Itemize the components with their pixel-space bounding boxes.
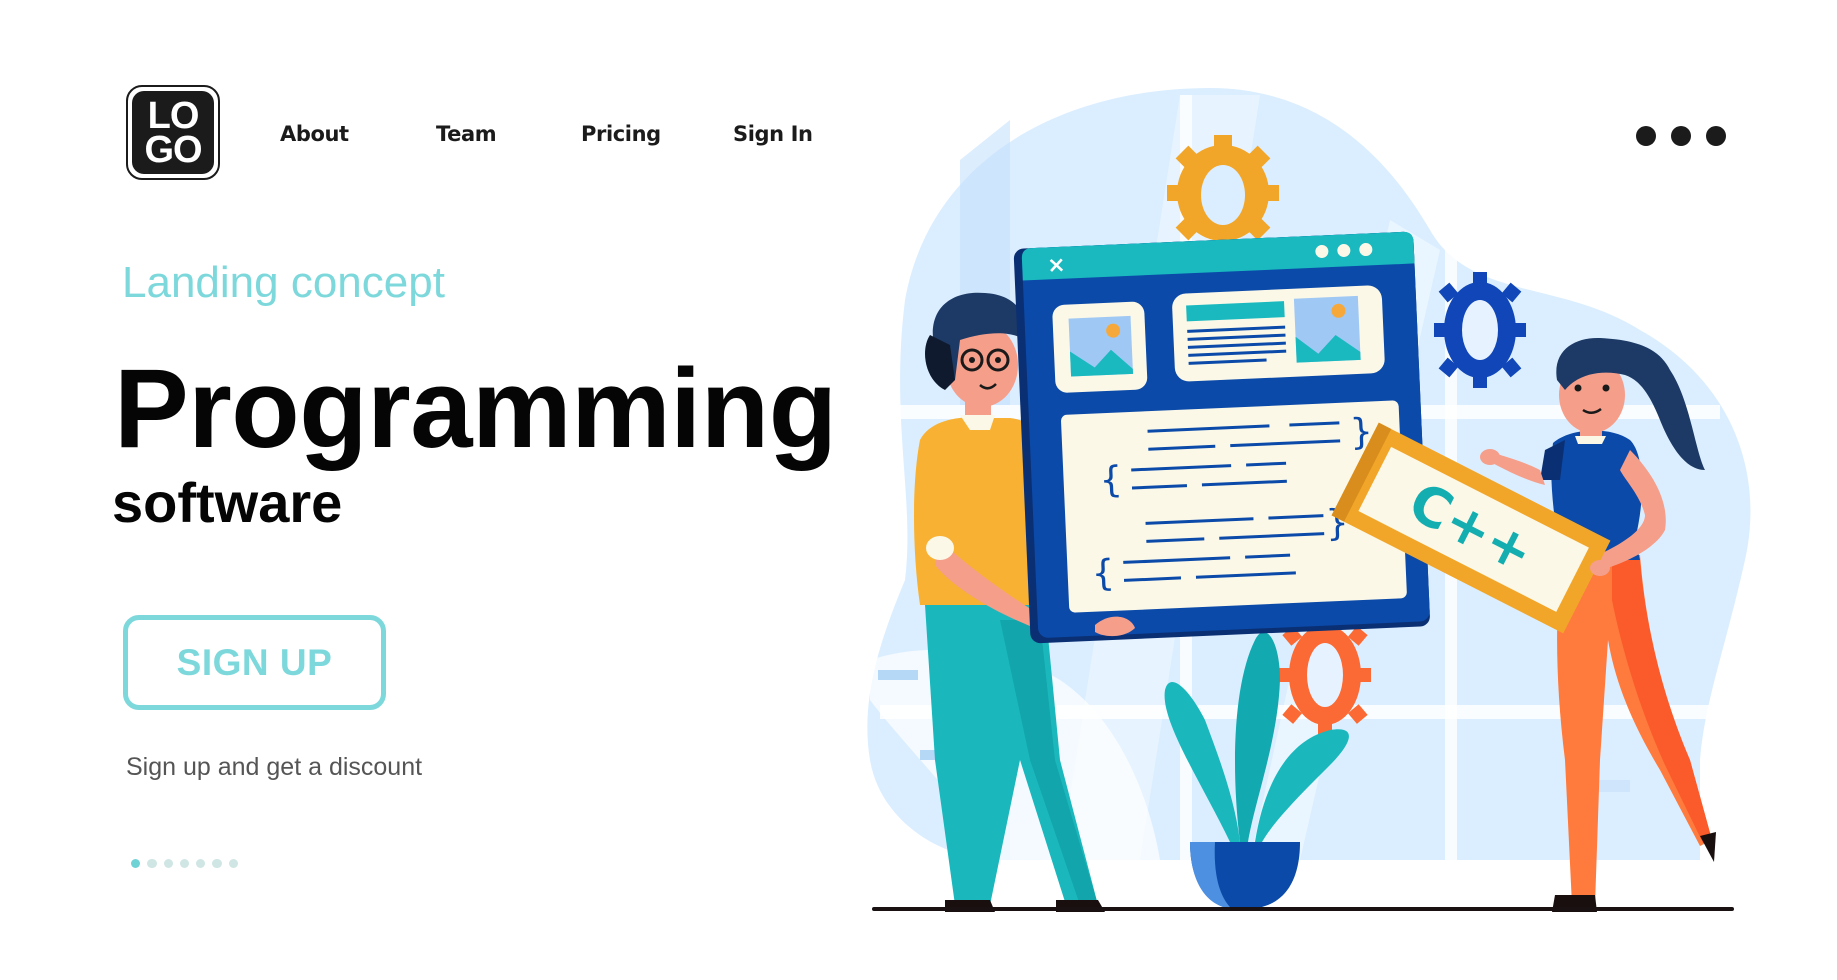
hero-illustration: × {{}} C++	[867, 88, 1751, 912]
browser-window: × {{}}	[1013, 231, 1430, 644]
svg-text:{: {	[1099, 459, 1124, 501]
gear-icon	[1279, 615, 1371, 735]
image-placeholder-icon	[1293, 295, 1361, 363]
close-icon: ×	[1047, 253, 1067, 279]
image-placeholder-icon	[1052, 301, 1148, 393]
gear-icon	[1434, 272, 1526, 388]
svg-text:{: {	[1091, 553, 1116, 595]
hand	[1480, 449, 1500, 465]
ground-line	[872, 907, 1734, 911]
gear-icon	[1167, 135, 1279, 251]
hand	[1590, 560, 1610, 576]
